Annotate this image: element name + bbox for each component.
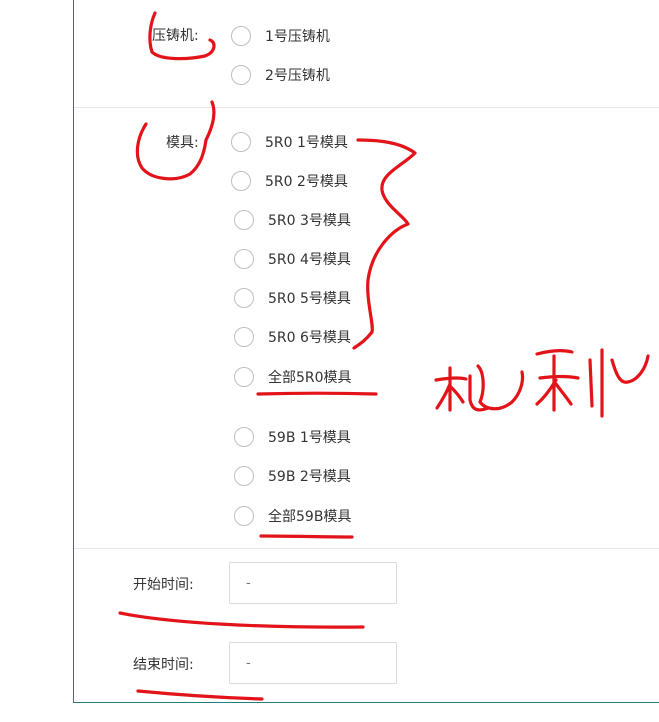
radio-label: 5R0 3号模具 xyxy=(268,213,351,229)
mold-option-5r0-3[interactable]: 5R0 3号模具 xyxy=(234,209,351,231)
mold-option-5r0-2[interactable]: 5R0 2号模具 xyxy=(231,170,348,192)
mold-option-59b-2[interactable]: 59B 2号模具 xyxy=(234,465,351,487)
mold-option-5r0-5[interactable]: 5R0 5号模具 xyxy=(234,287,351,309)
radio-circle[interactable] xyxy=(234,367,254,387)
radio-circle[interactable] xyxy=(234,288,254,308)
radio-circle[interactable] xyxy=(231,132,251,152)
radio-circle[interactable] xyxy=(234,210,254,230)
radio-circle[interactable] xyxy=(234,466,254,486)
radio-label: 5R0 6号模具 xyxy=(268,330,351,346)
mold-option-5r0-all[interactable]: 全部5R0模具 xyxy=(234,366,352,388)
machine-label: 压铸机: xyxy=(152,28,199,44)
radio-circle[interactable] xyxy=(234,249,254,269)
machine-option-2[interactable]: 2号压铸机 xyxy=(231,64,330,86)
radio-label: 5R0 2号模具 xyxy=(265,174,348,190)
mold-option-59b-all[interactable]: 全部59B模具 xyxy=(234,505,351,527)
mold-option-5r0-4[interactable]: 5R0 4号模具 xyxy=(234,248,351,270)
mold-option-5r0-6[interactable]: 5R0 6号模具 xyxy=(234,326,351,348)
start-time-label: 开始时间: xyxy=(133,577,194,593)
radio-label: 59B 2号模具 xyxy=(268,469,351,485)
radio-circle[interactable] xyxy=(231,26,251,46)
radio-label: 5R0 5号模具 xyxy=(268,291,351,307)
mold-option-5r0-1[interactable]: 5R0 1号模具 xyxy=(231,131,348,153)
radio-label: 2号压铸机 xyxy=(265,68,330,84)
end-time-label: 结束时间: xyxy=(133,657,194,673)
radio-label: 1号压铸机 xyxy=(265,29,330,45)
radio-circle[interactable] xyxy=(231,65,251,85)
section-divider xyxy=(74,107,659,108)
machine-option-1[interactable]: 1号压铸机 xyxy=(231,25,330,47)
radio-label: 5R0 1号模具 xyxy=(265,135,348,151)
radio-circle[interactable] xyxy=(231,171,251,191)
radio-circle[interactable] xyxy=(234,506,254,526)
start-time-input[interactable] xyxy=(229,562,397,604)
radio-circle[interactable] xyxy=(234,327,254,347)
mold-option-59b-1[interactable]: 59B 1号模具 xyxy=(234,426,351,448)
radio-label: 全部5R0模具 xyxy=(268,370,352,386)
radio-circle[interactable] xyxy=(234,427,254,447)
section-divider xyxy=(74,548,659,549)
radio-label: 5R0 4号模具 xyxy=(268,252,351,268)
radio-label: 59B 1号模具 xyxy=(268,430,351,446)
mold-label: 模具: xyxy=(166,135,199,151)
radio-label: 全部59B模具 xyxy=(268,509,352,525)
end-time-input[interactable] xyxy=(229,642,397,684)
